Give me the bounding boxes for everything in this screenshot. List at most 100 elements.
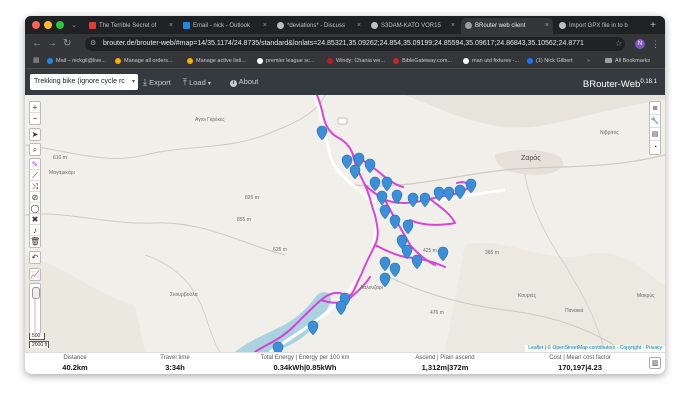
close-tab-icon[interactable]: × — [545, 18, 549, 34]
place-label: Νιβρίτος — [600, 130, 619, 136]
minimize-window-button[interactable] — [44, 21, 52, 29]
layers-icon[interactable]: ≣ — [650, 102, 660, 115]
pie-chart-icon[interactable]: ◔ — [650, 141, 660, 154]
url-field[interactable]: ⚙ brouter.de/brouter-web/#map=14/35.1174… — [85, 37, 625, 51]
download-icon: ⤓ — [143, 77, 147, 87]
site-info-icon[interactable]: ⚙ — [90, 37, 96, 51]
google-icon — [257, 58, 263, 64]
tab-4-active[interactable]: BRouter web client × — [461, 18, 553, 34]
stat-travel-time: Travel time 3:34h — [145, 354, 205, 373]
stat-cost: Cost | Mean cost factor 170,197|4.23 — [530, 354, 630, 373]
stat-title: Ascend | Plain ascend — [415, 355, 475, 361]
elevation-label: 855 m — [237, 217, 251, 223]
bookmark-4[interactable]: Windy: Chania we... — [327, 54, 385, 68]
bookmark-3[interactable]: premier league sc... — [257, 54, 314, 68]
tab-search-button[interactable]: ⌄ — [67, 18, 81, 34]
bookmark-star-icon[interactable]: ☆ — [615, 37, 622, 51]
bookmark-6[interactable]: man utd fixtures -... — [463, 54, 519, 68]
info-icon: i — [230, 80, 237, 87]
about-label: About — [238, 77, 259, 86]
all-bookmarks[interactable]: All Bookmarks — [605, 54, 650, 68]
trash-icon[interactable]: 🗑 — [30, 236, 40, 247]
tab-2[interactable]: *deviations* - Discuss × — [273, 18, 365, 34]
new-tab-button[interactable]: + — [645, 18, 661, 34]
about-button[interactable]: i About — [230, 74, 258, 90]
zoom-in-button[interactable]: + — [30, 102, 40, 113]
stat-title: Travel time — [160, 355, 190, 361]
back-arrow-icon[interactable]: ← — [32, 37, 42, 51]
elevation-chart-button[interactable]: ▥ — [649, 357, 661, 369]
apps-grid-icon[interactable]: ▦ — [33, 54, 40, 68]
sound-icon[interactable]: ♪ — [30, 225, 40, 236]
close-tab-icon[interactable]: × — [169, 18, 173, 34]
elevation-label: 610 m — [53, 155, 67, 161]
scale-imperial-label: 2000 ft — [32, 342, 48, 348]
table-icon[interactable]: ▤ — [650, 128, 660, 141]
bookmark-1[interactable]: Manage all orders... — [115, 54, 173, 68]
undo-icon[interactable]: ↶ — [30, 252, 40, 263]
map-canvas[interactable]: Ζαρός Μαγαρικάρι Σκουρβούλα Κουρτές Λαλο… — [25, 95, 665, 352]
bookmark-2[interactable]: Manage active listi... — [187, 54, 246, 68]
mail-icon — [47, 58, 53, 64]
copyright-link[interactable]: Copyright — [620, 345, 641, 351]
wrench-icon[interactable]: 🔧 — [650, 115, 660, 128]
draw-route-pencil-icon[interactable]: ✎ — [30, 159, 40, 170]
bookmark-0[interactable]: Mail – nickgil@live... — [47, 54, 106, 68]
reverse-route-icon[interactable]: ⤨ — [30, 181, 40, 192]
chevron-down-icon: ▾ — [131, 79, 135, 85]
close-tab-icon[interactable]: × — [357, 18, 361, 34]
bookmark-label: premier league sc... — [266, 58, 315, 64]
bookmark-label: (1) Nick Gilbert — [536, 58, 573, 64]
load-button[interactable]: ⤒ Load ▾ — [183, 74, 211, 90]
maximize-window-button[interactable] — [56, 21, 64, 29]
osm-link[interactable]: © OpenStreetMap contributors — [547, 345, 615, 351]
bar-chart-icon: ▥ — [651, 360, 659, 367]
bookmark-7[interactable]: (1) Nick Gilbert — [527, 54, 573, 68]
zoom-out-button[interactable]: − — [30, 113, 40, 124]
bookmark-label: Manage active listi... — [196, 58, 246, 64]
stat-energy: Total Energy | Energy per 100 km 0.34kWh… — [250, 354, 360, 373]
bookmark-label: BibleGateway.com... — [402, 58, 453, 64]
menu-kebab-icon[interactable]: ⋮ — [651, 37, 660, 51]
delete-route-icon[interactable]: ✖ — [30, 214, 40, 225]
tab-5[interactable]: Import GPX file in to b — [555, 18, 643, 34]
export-button[interactable]: ⤓ Export — [143, 74, 171, 90]
close-tab-icon[interactable]: × — [451, 18, 455, 34]
address-bar-row: ← → ↻ ⚙ brouter.de/brouter-web/#map=14/3… — [25, 34, 665, 54]
no-go-area-icon[interactable]: ⊘ — [30, 192, 40, 203]
locate-arrow-icon[interactable]: ➤ — [30, 129, 40, 140]
leaflet-link[interactable]: Leaflet — [528, 345, 543, 351]
brand-name: BRouter-Web — [582, 79, 641, 91]
tab-3[interactable]: S3DAM-KATO VOR15 × — [367, 18, 459, 34]
search-icon[interactable]: ⌕ — [30, 144, 40, 155]
draw-line-icon[interactable]: ⟋ — [30, 170, 40, 181]
tab-label: BRouter web client — [475, 23, 526, 29]
ebay-icon — [187, 58, 193, 64]
tab-0[interactable]: The Terrible Secret of × — [85, 18, 177, 34]
profile-avatar[interactable]: N — [635, 39, 645, 49]
caret-down-icon: ▾ — [207, 81, 211, 87]
url-text: brouter.de/brouter-web/#map=14/35.1174/2… — [103, 40, 584, 47]
slider-handle[interactable] — [32, 287, 40, 299]
privacy-link[interactable]: Privacy — [646, 345, 662, 351]
more-bookmarks-icon[interactable]: » — [587, 54, 590, 68]
road-shield — [337, 117, 348, 125]
outlook-icon — [183, 22, 190, 29]
biblegateway-icon — [393, 58, 399, 64]
close-tab-icon[interactable]: × — [263, 18, 267, 34]
tab-1[interactable]: Email - nick - Outlook × — [179, 18, 271, 34]
add-circle-icon[interactable]: ◯ — [30, 203, 40, 214]
slider-track — [34, 299, 36, 333]
close-window-button[interactable] — [32, 21, 40, 29]
bookmark-5[interactable]: BibleGateway.com... — [393, 54, 452, 68]
chart-icon[interactable]: 📈 — [30, 269, 40, 280]
forward-arrow-icon[interactable]: → — [47, 37, 57, 51]
scale-bar-metric: 500 m — [29, 333, 45, 346]
brand-version: 0.18.1 — [640, 79, 657, 85]
place-label: Μαγαρικάρι — [49, 170, 75, 176]
browser-window: ⌄ The Terrible Secret of × Email - nick … — [25, 16, 665, 374]
opacity-slider[interactable] — [29, 283, 41, 335]
profile-select[interactable]: Trekking bike (ignore cycle rc ▾ — [30, 74, 138, 90]
tab-label: Email - nick - Outlook — [193, 23, 251, 29]
reload-icon[interactable]: ↻ — [63, 37, 71, 51]
